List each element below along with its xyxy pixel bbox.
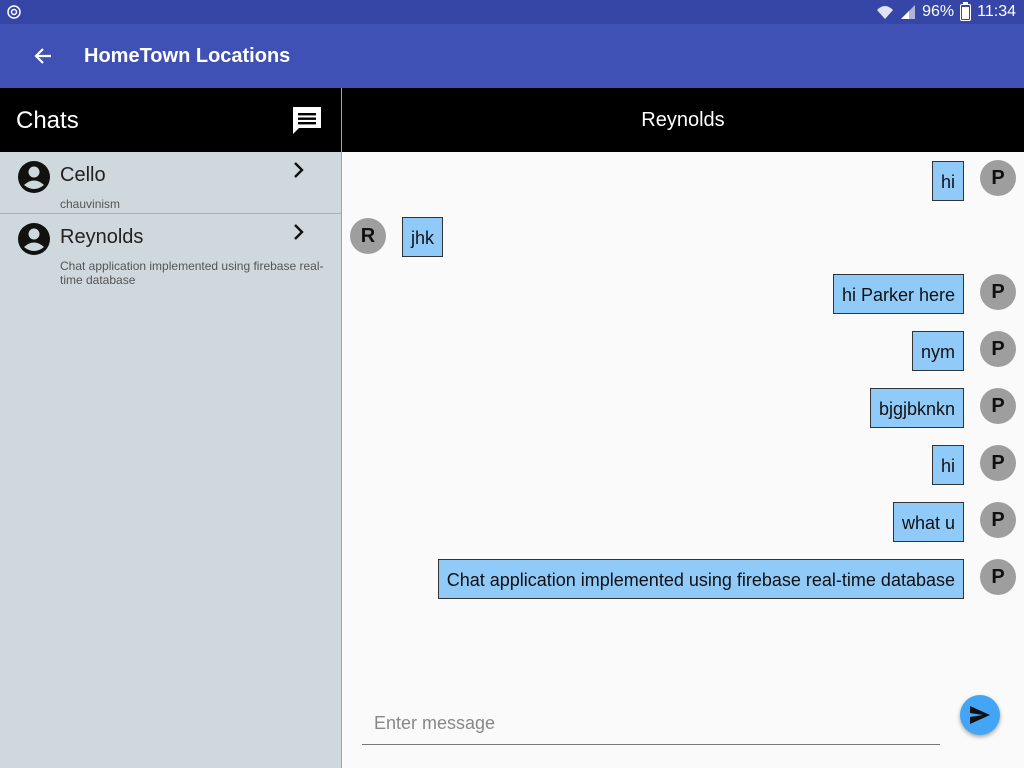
status-bar: 96% 11:34 bbox=[0, 0, 1024, 24]
avatar: P bbox=[980, 559, 1016, 595]
app-bar: HomeTown Locations bbox=[0, 24, 1024, 88]
avatar: P bbox=[980, 445, 1016, 481]
chat-name: Cello bbox=[60, 164, 106, 186]
avatar: P bbox=[980, 502, 1016, 538]
message-input[interactable] bbox=[362, 704, 940, 742]
battery-icon bbox=[960, 1, 972, 21]
sync-icon bbox=[7, 5, 21, 19]
battery-percent: 96% bbox=[922, 3, 955, 20]
signal-icon bbox=[901, 5, 916, 19]
chat-item-reynolds[interactable]: Reynolds Chat application implemented us… bbox=[0, 214, 341, 290]
chat-preview: Chat application implemented using fireb… bbox=[60, 259, 324, 287]
wifi-icon bbox=[877, 6, 894, 19]
app-title: HomeTown Locations bbox=[84, 45, 291, 67]
chats-title: Chats bbox=[16, 107, 79, 134]
account-circle-icon bbox=[18, 223, 50, 255]
message-bubble: bjgjbknkn bbox=[869, 388, 964, 428]
message-bubble: jhk bbox=[402, 217, 444, 257]
chat-preview: chauvinism bbox=[60, 197, 121, 211]
arrow-left-icon bbox=[34, 48, 51, 64]
chevron-right-icon bbox=[294, 224, 304, 240]
send-button[interactable] bbox=[960, 695, 1000, 735]
message-bubble: nym bbox=[911, 331, 964, 371]
conversation-panel: Reynolds hi P R jhk hi Parker here P nym… bbox=[342, 88, 1024, 768]
avatar: P bbox=[980, 274, 1016, 310]
clock: 11:34 bbox=[977, 3, 1016, 20]
new-chat-button[interactable] bbox=[290, 104, 324, 138]
chevron-right-icon bbox=[294, 162, 304, 178]
avatar: P bbox=[980, 331, 1016, 367]
avatar: P bbox=[980, 160, 1016, 196]
account-circle-icon bbox=[18, 161, 50, 193]
avatar: R bbox=[350, 218, 386, 254]
message-bubble: hi bbox=[931, 445, 964, 485]
message-bubble: Chat application implemented using fireb… bbox=[437, 559, 964, 599]
message-icon bbox=[293, 107, 321, 134]
chats-header: Chats bbox=[0, 88, 341, 152]
conversation-title: Reynolds bbox=[342, 88, 1024, 152]
message-bubble: hi Parker here bbox=[832, 274, 964, 314]
message-bubble: hi bbox=[931, 161, 964, 201]
message-input-container bbox=[362, 704, 940, 745]
chat-item-cello[interactable]: Cello chauvinism bbox=[0, 152, 341, 214]
chats-panel: Chats Cello chauvinism Reynolds Chat app… bbox=[0, 88, 342, 768]
chat-name: Reynolds bbox=[60, 226, 144, 248]
message-bubble: what u bbox=[892, 502, 964, 542]
send-icon bbox=[970, 706, 990, 724]
avatar: P bbox=[980, 388, 1016, 424]
back-button[interactable] bbox=[26, 38, 62, 74]
